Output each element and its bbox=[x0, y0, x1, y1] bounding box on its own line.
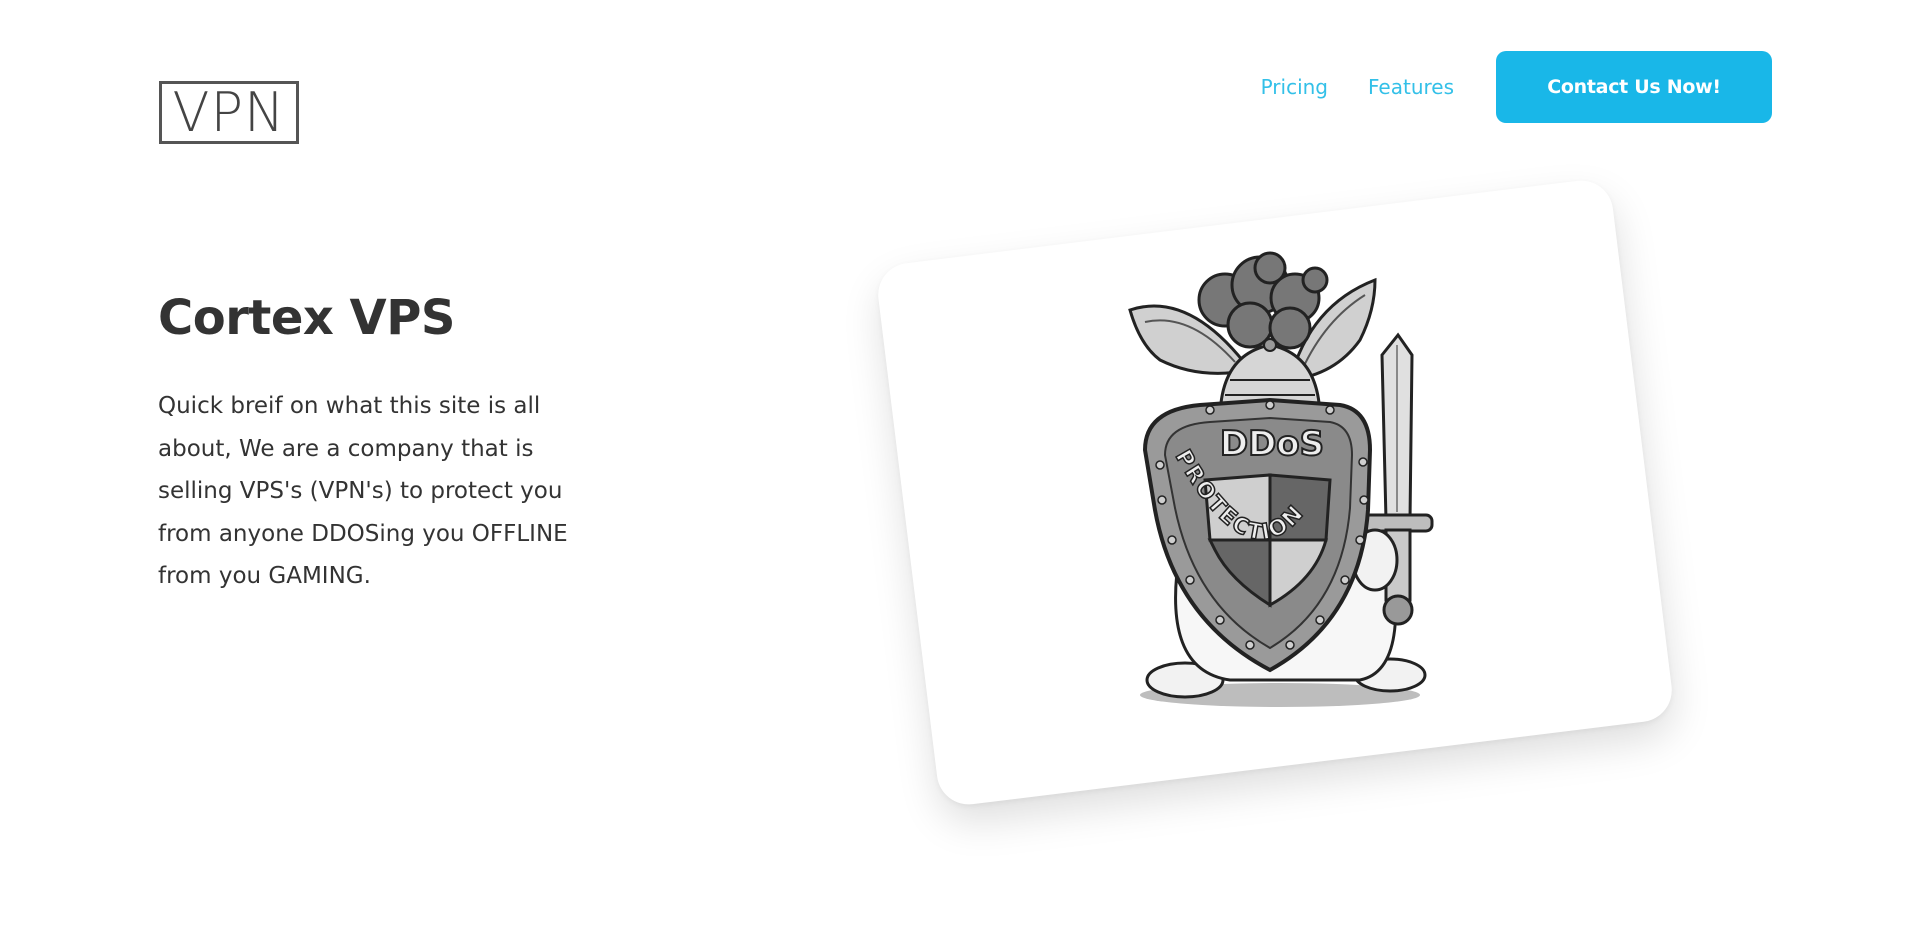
logo[interactable]: VPN bbox=[159, 81, 299, 144]
ddos-protection-bunny-icon: DDoS PROTECTION bbox=[1128, 251, 1434, 707]
landing-page: VPN Pricing Features Contact Us Now! Cor… bbox=[0, 0, 1920, 950]
top-nav: Pricing Features Contact Us Now! bbox=[1261, 51, 1772, 123]
page-title: Cortex VPS bbox=[158, 290, 455, 346]
shield-top-text: DDoS bbox=[1220, 424, 1324, 464]
hero-description: Quick breif on what this site is all abo… bbox=[158, 393, 568, 589]
contact-us-button[interactable]: Contact Us Now! bbox=[1496, 51, 1772, 123]
nav-link-features[interactable]: Features bbox=[1368, 75, 1454, 99]
nav-link-pricing[interactable]: Pricing bbox=[1261, 75, 1328, 99]
